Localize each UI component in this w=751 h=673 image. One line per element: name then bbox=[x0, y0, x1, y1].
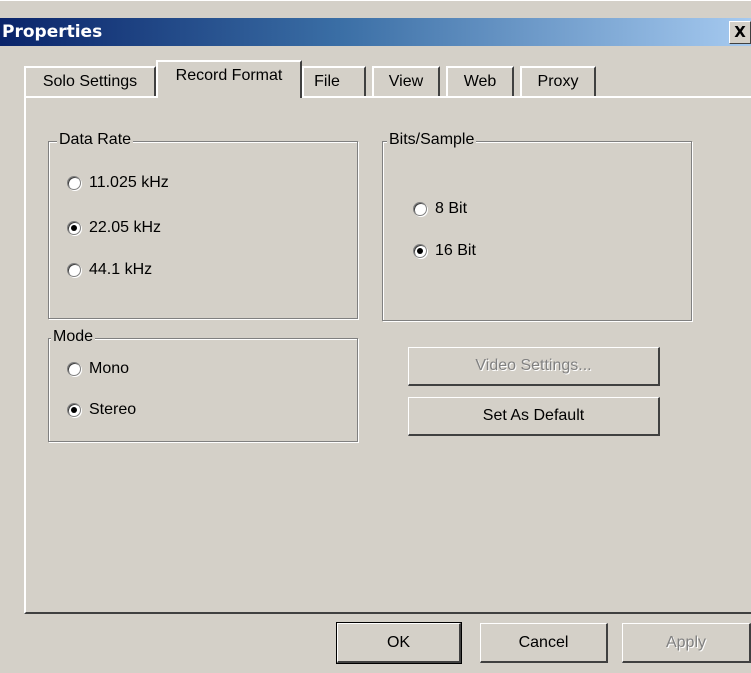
data-rate-group: Data Rate 11.025 kHz 22.05 kHz 44.1 kHz bbox=[48, 130, 358, 319]
radio-button[interactable] bbox=[413, 244, 427, 258]
set-as-default-button[interactable]: Set As Default bbox=[408, 397, 660, 436]
mode-label: Mode bbox=[51, 327, 96, 347]
radio-button[interactable] bbox=[413, 202, 427, 216]
close-icon: X bbox=[734, 23, 746, 41]
tab-label: Web bbox=[463, 73, 497, 90]
tab-view[interactable]: View bbox=[372, 66, 440, 96]
window-title: Properties bbox=[2, 22, 103, 42]
top-edge bbox=[0, 0, 751, 1]
radio-button[interactable] bbox=[67, 221, 81, 235]
ok-button[interactable]: OK bbox=[336, 622, 462, 664]
cancel-button[interactable]: Cancel bbox=[480, 623, 608, 663]
tab-label: Solo Settings bbox=[42, 73, 138, 90]
close-button[interactable]: X bbox=[729, 21, 751, 44]
apply-button[interactable]: Apply bbox=[622, 623, 751, 663]
radio-button[interactable] bbox=[67, 403, 81, 417]
mode-group: Mode Mono Stereo bbox=[48, 327, 358, 442]
tab-record-format[interactable]: Record Format bbox=[156, 60, 302, 98]
radio-selected-dot bbox=[417, 248, 423, 254]
tab-label: File bbox=[314, 73, 340, 90]
radio-selected-dot bbox=[71, 225, 77, 231]
tab-web[interactable]: Web bbox=[446, 66, 514, 96]
tab-file[interactable]: File bbox=[302, 66, 366, 96]
radio-button[interactable] bbox=[67, 263, 81, 277]
data-rate-label: Data Rate bbox=[57, 130, 134, 150]
tab-label: View bbox=[388, 73, 424, 90]
tab-label: Record Format bbox=[175, 67, 283, 84]
title-bar: Properties X bbox=[0, 18, 751, 46]
radio-selected-dot bbox=[71, 407, 77, 413]
radio-button[interactable] bbox=[67, 176, 81, 190]
tab-label: Proxy bbox=[537, 73, 579, 90]
radio-button[interactable] bbox=[67, 362, 81, 376]
tab-solo-settings[interactable]: Solo Settings bbox=[24, 66, 156, 96]
bits-sample-group: Bits/Sample 8 Bit 16 Bit bbox=[382, 130, 692, 321]
bits-sample-label: Bits/Sample bbox=[387, 130, 477, 150]
tab-proxy[interactable]: Proxy bbox=[520, 66, 596, 96]
video-settings-button[interactable]: Video Settings... bbox=[408, 347, 660, 386]
